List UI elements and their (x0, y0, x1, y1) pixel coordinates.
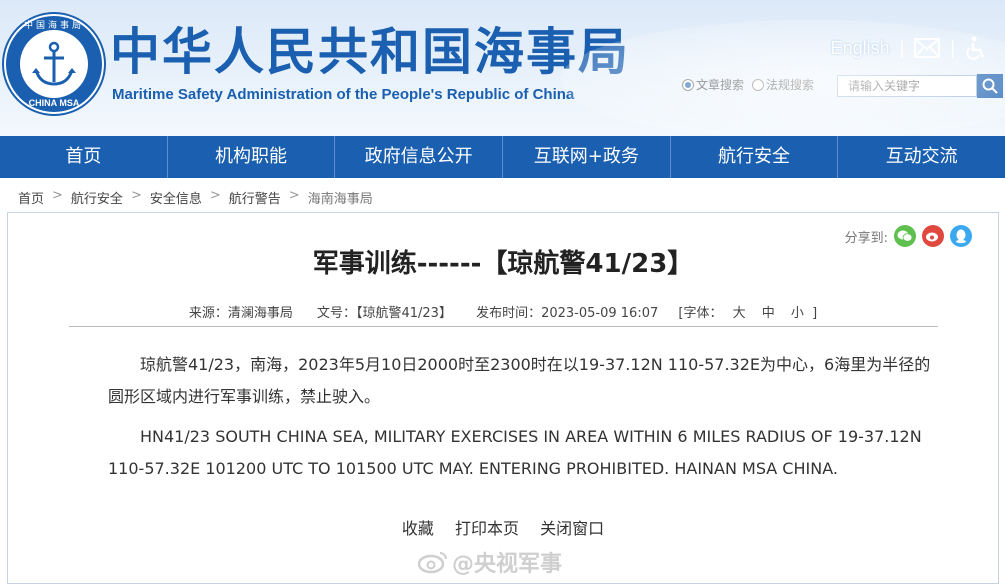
breadcrumb-home[interactable]: 首页 (18, 188, 44, 207)
divider (69, 326, 938, 327)
site-subtitle: Maritime Safety Administration of the Pe… (112, 86, 575, 103)
top-links: English | | (831, 36, 987, 60)
law-search-radio[interactable] (752, 78, 765, 91)
font-close-bracket: ] (812, 306, 818, 321)
breadcrumb-arrow: > (52, 188, 63, 203)
separator-2: | (950, 37, 955, 58)
article-paragraph-en: HN41/23 SOUTH CHINA SEA, MILITARY EXERCI… (108, 427, 922, 478)
breadcrumb-nav-warnings[interactable]: 航行警告 (229, 188, 281, 207)
article-paragraph-cn: 琼航警41/23，南海，2023年5月10日2000时至2300时在以19-37… (108, 355, 931, 406)
nav-interaction[interactable]: 互动交流 (838, 136, 1005, 178)
accessibility-icon[interactable] (965, 36, 987, 60)
article-title: 军事训练------【琼航警41/23】 (312, 249, 694, 279)
print-button[interactable]: 打印本页 (455, 519, 519, 538)
breadcrumb-arrow: > (209, 188, 221, 203)
breadcrumb-navigation-safety[interactable]: 航行安全 (71, 188, 123, 207)
nav-internet-gov[interactable]: 互联网+政务 (503, 136, 671, 178)
search-button[interactable] (977, 74, 1003, 98)
article-search-radio[interactable] (682, 78, 694, 91)
font-size-control: [字体： 大 中 小 ] (678, 306, 817, 321)
breadcrumb-arrow: > (130, 188, 142, 203)
logo-emblem (20, 30, 88, 98)
english-link[interactable]: English (831, 38, 890, 59)
article-search-label[interactable]: 文章搜索 (696, 76, 744, 93)
font-medium-button[interactable]: 中 (762, 306, 775, 321)
article-publish-time: 发布时间：2023-05-09 16:07 (476, 306, 659, 321)
article-body: 琼航警41/23，南海，2023年5月10日2000时至2300时在以19-37… (108, 349, 938, 493)
site-title[interactable]: 中华人民共和国海事局 (110, 22, 630, 82)
breadcrumb-arrow: > (288, 188, 300, 203)
breadcrumb-safety-info[interactable]: 安全信息 (150, 188, 202, 207)
watermark: @央视军事 (418, 546, 562, 578)
separator: | (899, 37, 905, 58)
article-actions: 收藏 打印本页 关闭窗口 (8, 515, 998, 539)
search-input[interactable]: 请输入关键字 (837, 75, 977, 97)
weibo-watermark-icon (418, 552, 447, 574)
article-doc-number: 文号：【琼航警41/23】 (316, 306, 452, 321)
close-window-button[interactable]: 关闭窗口 (540, 519, 604, 538)
article-meta: 来源：清澜海事局 文号：【琼航警41/23】 发布时间：2023-05-09 1… (8, 302, 998, 321)
nav-navigation-safety[interactable]: 航行安全 (671, 136, 839, 178)
site-header: 中国海事局 CHINA MSA 中华人民共和国海事局 Maritime Safe… (0, 0, 1005, 136)
nav-gov-info[interactable]: 政府信息公开 (335, 136, 504, 178)
font-label: [字体： (678, 306, 723, 321)
article-panel: 分享到: 军事训练------【琼航警41/23】 来源：清澜海事局 文号：【琼… (7, 212, 999, 584)
article-source: 来源：清澜海事局 (188, 306, 293, 321)
anchor-icon (32, 41, 76, 86)
breadcrumb-hainan-msa[interactable]: 海南海事局 (308, 188, 373, 207)
main-nav: 首页 机构职能 政府信息公开 互联网+政务 航行安全 互动交流 (0, 136, 1005, 178)
search-options: 文章搜索 法规搜索 (682, 76, 814, 93)
nav-home[interactable]: 首页 (0, 136, 168, 178)
search-icon (982, 78, 998, 94)
watermark-text: @央视军事 (452, 552, 563, 577)
font-large-button[interactable]: 大 (733, 306, 746, 321)
nav-functions[interactable]: 机构职能 (168, 136, 336, 178)
breadcrumb: 首页 > 航行安全 > 安全信息 > 航行警告 > 海南海事局 (18, 188, 373, 207)
mail-icon[interactable] (914, 38, 941, 58)
law-search-label[interactable]: 法规搜索 (766, 76, 814, 93)
favorite-button[interactable]: 收藏 (402, 519, 434, 538)
logo-bottom-text: CHINA MSA (28, 98, 80, 108)
font-small-button[interactable]: 小 (791, 306, 804, 321)
msa-logo[interactable]: 中国海事局 CHINA MSA (4, 14, 104, 114)
